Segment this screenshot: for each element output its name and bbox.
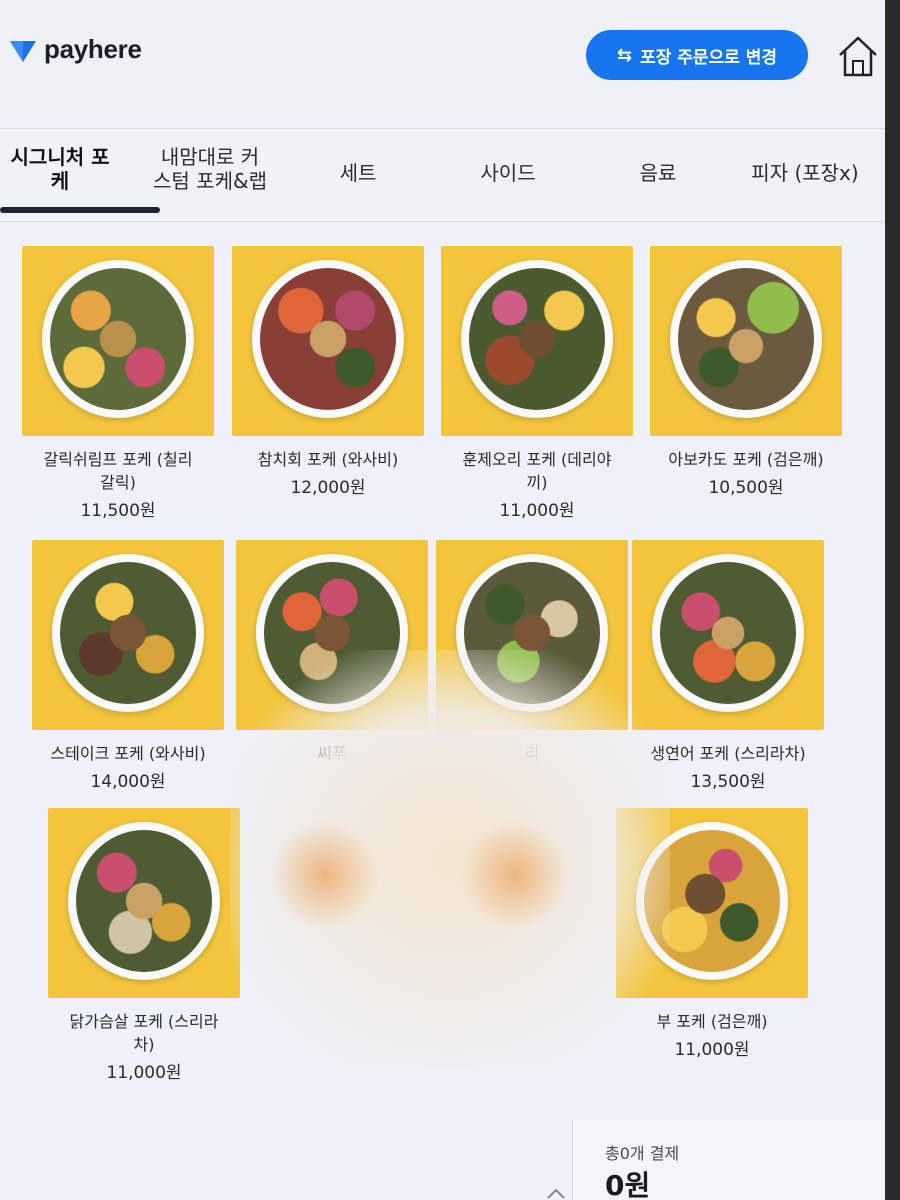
header: payhere ⇆ 포장 주문으로 변경 [0, 0, 885, 120]
menu-item-card[interactable]: 훈제오리 포케 (데리야 끼) 11,000원 [437, 246, 637, 521]
logo: payhere [8, 34, 142, 65]
menu-item-name: 갈릭쉬림프 포케 (칠리 갈릭) [43, 450, 193, 492]
menu-item-card[interactable] [440, 808, 640, 1010]
menu-item-price: 10,500원 [708, 478, 784, 498]
menu-item-card[interactable]: 갈릭쉬림프 포케 (칠리 갈릭) 11,500원 [18, 246, 218, 521]
switch-to-takeout-button[interactable]: ⇆ 포장 주문으로 변경 [586, 30, 808, 80]
menu-item-name: 닭가슴살 포케 (스리라 차) [69, 1012, 219, 1054]
menu-item-image [441, 246, 633, 436]
menu-item-card[interactable] [240, 808, 440, 1010]
menu-item-image [632, 540, 824, 730]
menu-item-image [32, 540, 224, 730]
menu-item-image [22, 246, 214, 436]
menu-item-card[interactable]: 씨푸 [232, 540, 432, 767]
chevron-up-icon[interactable] [540, 1158, 572, 1200]
menu-item-image [48, 808, 240, 998]
menu-item-price: 11,500원 [80, 501, 156, 521]
menu-item-image [616, 808, 808, 998]
menu-item-card[interactable]: 아보카도 포케 (검은깨) 10,500원 [646, 246, 846, 498]
home-icon[interactable] [836, 33, 880, 79]
total-count-label: 총0개 결제 [605, 1144, 680, 1163]
switch-to-takeout-label: 포장 주문으로 변경 [640, 47, 778, 68]
logo-text: payhere [44, 34, 142, 64]
payhere-logo-icon [10, 40, 36, 62]
menu-item-price: 11,000원 [674, 1040, 750, 1060]
menu-item-image [232, 246, 424, 436]
menu-item-name: 씨푸 [317, 744, 347, 763]
tab-side[interactable]: 사이드 [458, 161, 558, 185]
menu-item-price: 13,500원 [690, 772, 766, 792]
menu-item-image [236, 540, 428, 730]
menu-item-name: 훈제오리 포케 (데리야 끼) [462, 450, 612, 492]
tab-set[interactable]: 세트 [318, 161, 398, 185]
menu-item-card[interactable]: 생연어 포케 (스리라차) 13,500원 [628, 540, 828, 792]
menu-item-price: 12,000원 [290, 478, 366, 498]
menu-grid: 갈릭쉬림프 포케 (칠리 갈릭) 11,500원 참치회 포케 (와사비) 12,00… [0, 222, 885, 1102]
menu-item-name: 스테이크 포케 (와사비) [50, 744, 206, 763]
menu-item-image [650, 246, 842, 436]
category-tabs: 시그니처 포 케 내맘대로 커 스텀 포케&랩 세트 사이드 음료 피자 (포장… [0, 128, 885, 222]
tab-signature-poke[interactable]: 시그니처 포 케 [0, 145, 120, 193]
menu-item-image [444, 808, 636, 998]
menu-item-name: 부 포케 (검은깨) [656, 1012, 768, 1031]
menu-item-card[interactable]: 리 [432, 540, 632, 767]
checkout-panel[interactable]: 총0개 결제 0원 [572, 1120, 885, 1200]
tab-custom-poke-wrap[interactable]: 내맘대로 커 스텀 포케&랩 [140, 145, 280, 193]
menu-item-card[interactable]: 닭가슴살 포케 (스리라 차) 11,000원 [44, 808, 244, 1083]
menu-item-price: 11,000원 [499, 501, 575, 521]
menu-item-card[interactable]: 부 포케 (검은깨) 11,000원 [612, 808, 812, 1060]
tab-pizza[interactable]: 피자 (포장x) [740, 161, 870, 185]
total-amount: 0원 [605, 1169, 651, 1200]
active-tab-indicator [0, 207, 160, 213]
menu-item-card[interactable]: 참치회 포케 (와사비) 12,000원 [228, 246, 428, 498]
tab-drinks[interactable]: 음료 [618, 161, 698, 185]
kiosk-screen: payhere ⇆ 포장 주문으로 변경 시그니처 포 케 내맘대로 커 스텀 … [0, 0, 885, 1200]
menu-item-card[interactable]: 스테이크 포케 (와사비) 14,000원 [28, 540, 228, 792]
menu-item-name: 생연어 포케 (스리라차) [650, 744, 806, 763]
menu-item-image [244, 808, 436, 998]
menu-item-name: 아보카도 포케 (검은깨) [668, 450, 824, 469]
menu-item-name: 참치회 포케 (와사비) [257, 450, 399, 469]
menu-item-name: 리 [524, 744, 540, 763]
menu-item-price: 11,000원 [106, 1063, 182, 1083]
menu-item-image [436, 540, 628, 730]
menu-item-price: 14,000원 [90, 772, 166, 792]
swap-arrows-icon: ⇆ [616, 44, 633, 66]
